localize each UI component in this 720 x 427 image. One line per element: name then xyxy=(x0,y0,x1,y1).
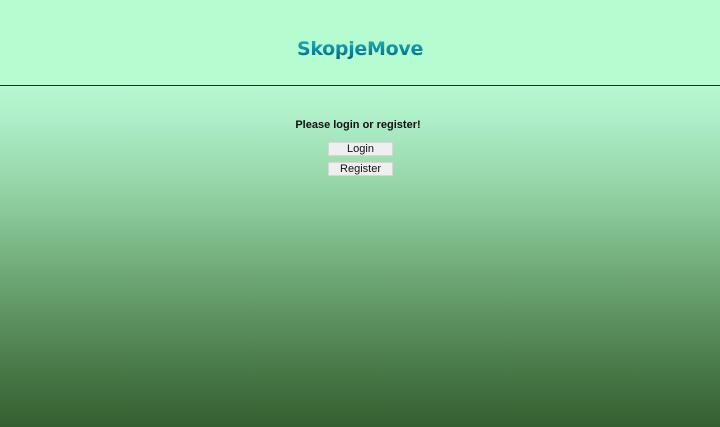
app-title: SkopjeMove xyxy=(0,36,720,62)
login-button[interactable]: Login xyxy=(328,142,393,156)
register-button[interactable]: Register xyxy=(328,162,393,176)
login-prompt: Please login or register! xyxy=(295,119,421,131)
app-title-text: SkopjeMove xyxy=(296,38,424,60)
app-header: SkopjeMove xyxy=(0,0,720,86)
